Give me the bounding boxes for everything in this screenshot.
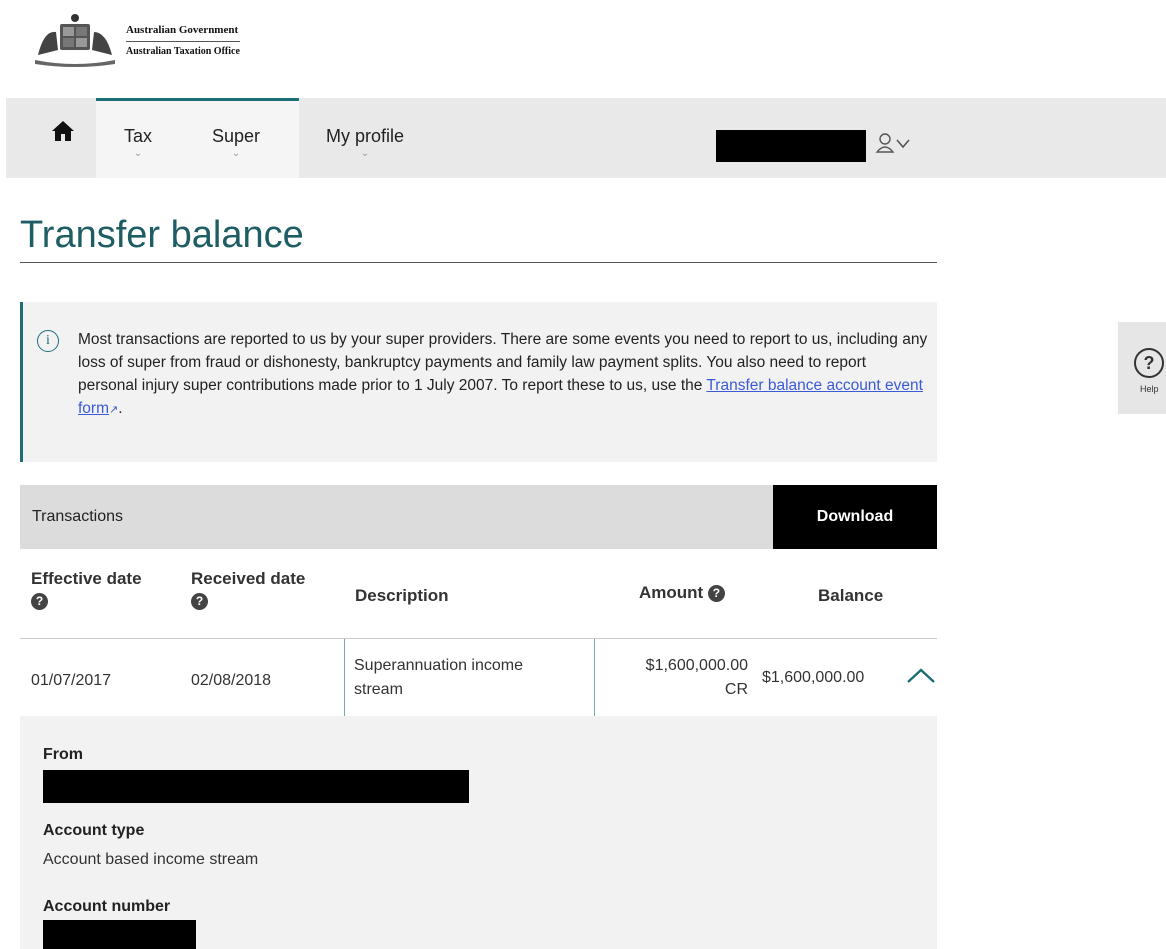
page-title: Transfer balance (20, 214, 304, 256)
help-tab[interactable]: ? Help (1118, 322, 1166, 414)
col-effective-date: Effective date ? (31, 568, 142, 612)
info-text: Most transactions are reported to us by … (78, 328, 928, 422)
account-number-label: Account number (43, 898, 171, 915)
from-label: From (43, 746, 83, 763)
cell-received-date: 02/08/2018 (191, 672, 272, 689)
cell-amount-line1: $1,600,000.00 (645, 657, 748, 674)
cell-amount: $1,600,000.00 CR (600, 654, 748, 702)
help-tab-label: Help (1140, 384, 1159, 394)
col-received-date: Received date ? (191, 568, 305, 612)
info-period: . (118, 400, 123, 417)
chevron-up-icon[interactable] (905, 666, 937, 686)
download-button[interactable]: Download (773, 485, 937, 549)
nav-super[interactable]: Super ⌄ (212, 126, 260, 159)
help-icon[interactable]: ? (191, 593, 208, 611)
col-balance: Balance (818, 586, 884, 605)
transactions-header: Transactions Download (20, 485, 937, 549)
help-icon: ? (1134, 348, 1164, 378)
nav-tax-label: Tax (124, 126, 153, 146)
redacted-user-name (716, 130, 866, 162)
home-icon[interactable] (51, 120, 75, 142)
account-type-value: Account based income stream (43, 851, 259, 868)
redacted-account-number (43, 920, 196, 949)
org-name: Australian Government (126, 24, 240, 42)
coat-of-arms-icon (35, 14, 115, 67)
cell-amount-line2: CR (724, 681, 748, 698)
nav-my-profile-label: My profile (326, 126, 405, 146)
cell-description: Superannuation income stream (354, 654, 523, 702)
cell-description-line2: stream (354, 681, 403, 698)
column-divider (344, 639, 345, 716)
cell-description-line1: Superannuation income (354, 657, 524, 674)
col-effective-date-label: Effective date (31, 569, 142, 588)
account-type-label: Account type (43, 822, 145, 839)
help-icon[interactable]: ? (31, 593, 48, 611)
help-icon[interactable]: ? (707, 585, 725, 603)
chevron-down-icon: ⌄ (231, 148, 241, 159)
ato-logo[interactable]: Australian Government Australian Taxatio… (30, 10, 240, 70)
info-icon: i (37, 330, 59, 352)
col-description: Description (355, 586, 449, 605)
col-amount: Amount ? (639, 582, 725, 604)
cell-effective-date: 01/07/2017 (31, 672, 112, 689)
title-divider (20, 262, 937, 263)
cell-balance: $1,600,000.00 (762, 669, 865, 686)
chevron-down-icon: ⌄ (133, 148, 143, 159)
user-menu-icon[interactable] (874, 132, 914, 156)
col-received-date-label: Received date (191, 569, 306, 588)
nav-tax[interactable]: Tax ⌄ (124, 126, 152, 159)
nav-my-profile[interactable]: My profile ⌄ (326, 126, 404, 159)
chevron-down-icon: ⌄ (360, 148, 370, 159)
org-subname: Australian Taxation Office (126, 45, 240, 57)
redacted-from-value (43, 770, 469, 803)
col-amount-label: Amount (639, 583, 704, 602)
table-header-divider (20, 638, 937, 639)
nav-super-label: Super (212, 126, 261, 146)
transactions-title: Transactions (32, 508, 123, 525)
external-link-icon: ↗ (109, 404, 119, 416)
transaction-details: From Account type Account based income s… (20, 716, 937, 949)
info-notice: i Most transactions are reported to us b… (20, 302, 937, 462)
column-divider (594, 639, 595, 716)
main-nav: Tax ⌄ Super ⌄ My profile ⌄ (6, 98, 1166, 178)
